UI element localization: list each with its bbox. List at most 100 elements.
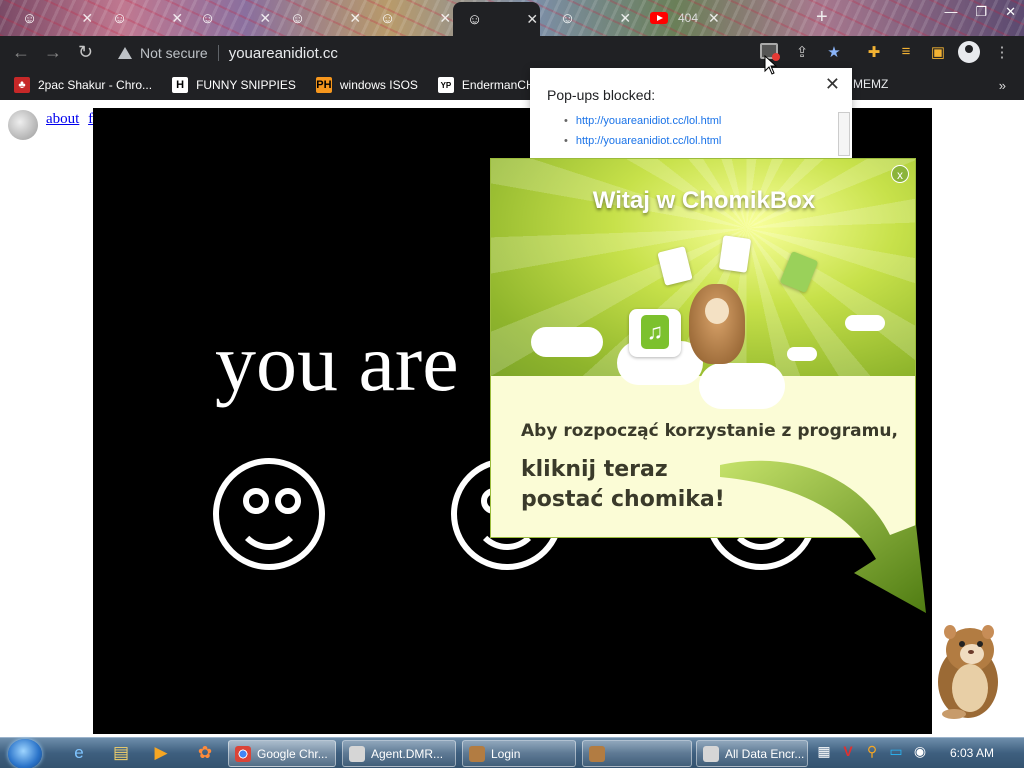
taskbar-item-login[interactable]: Login <box>462 740 576 767</box>
close-icon[interactable]: ✕ <box>259 10 271 27</box>
folder-icon[interactable]: ▤ <box>110 743 132 763</box>
bookmark-item[interactable]: ♣ 2pac Shakur - Chro... <box>14 77 152 93</box>
ad-cta-line-a: kliknij teraz <box>521 457 668 482</box>
bookmark-favicon-icon: PH <box>315 77 332 93</box>
ad-text-line1: Aby rozpocząć korzystanie z programu, <box>521 421 898 441</box>
antivirus-icon[interactable]: V <box>839 743 857 761</box>
close-icon[interactable]: ✕ <box>619 10 631 27</box>
browser-toolbar: ← → ↻ Not secure youareanidiot.cc ⇪ ★ ✚ … <box>0 36 1024 70</box>
main-text: you are <box>215 317 459 408</box>
bookmark-favicon-icon: ♣ <box>14 77 30 93</box>
search-tray-icon[interactable]: ⚲ <box>863 743 881 761</box>
music-file-icon <box>629 309 681 357</box>
tab-4[interactable]: ☺ ✕ <box>276 2 361 34</box>
internet-explorer-icon[interactable]: e <box>68 743 90 763</box>
hamster-icon <box>589 745 605 762</box>
app-icon[interactable]: ✿ <box>194 743 216 763</box>
volume-icon[interactable]: ◉ <box>911 743 929 761</box>
smiley-face-icon <box>213 458 325 570</box>
reload-button[interactable]: ↻ <box>78 42 93 63</box>
taskbar: e ▤ ▶ ✿ Google Chr... Agent.DMR... Login… <box>0 737 1024 768</box>
smiley-icon: ☺ <box>560 9 576 27</box>
tab-active[interactable]: ☺ ✕ <box>453 2 540 36</box>
system-tray: ▦ V ⚲ ▭ ◉ <box>815 743 929 761</box>
blocked-list: http://youareanidiot.cc/lol.html http://… <box>564 115 722 155</box>
picture-file-icon <box>718 235 752 273</box>
window-controls: — ❐ ✕ <box>944 4 1016 20</box>
cloud-icon <box>787 347 817 361</box>
clock[interactable]: 6:03 AM <box>950 746 994 760</box>
restore-button[interactable]: ❐ <box>975 4 987 20</box>
popups-blocked-bubble: Pop-ups blocked: ✕ http://youareanidiot.… <box>530 68 852 158</box>
blocked-popup-link[interactable]: http://youareanidiot.cc/lol.html <box>564 135 722 147</box>
url-text[interactable]: youareanidiot.cc <box>229 45 338 62</box>
bookmark-favicon-icon: YP <box>437 77 454 93</box>
bookmark-label[interactable]: MEMZ <box>853 77 888 91</box>
close-icon[interactable]: ✕ <box>81 10 93 27</box>
smiley-icon: ☺ <box>112 9 128 27</box>
close-icon[interactable]: ✕ <box>349 10 361 27</box>
tab-strip: ☺ ✕ ☺ ✕ ☺ ✕ ☺ ✕ ☺ ✕ ☺ ✕ ☺ ✕ 404 ✕ + — ❐ … <box>0 0 1024 36</box>
address-bar[interactable]: Not secure youareanidiot.cc <box>106 40 738 66</box>
mouse-cursor-icon <box>764 55 778 75</box>
bookmark-label: 2pac Shakur - Chro... <box>38 78 153 92</box>
taskbar-item-label: Login <box>491 746 521 761</box>
ad-close-button[interactable]: x <box>891 165 909 183</box>
profile-avatar[interactable] <box>958 41 980 63</box>
bubble-title: Pop-ups blocked: <box>547 87 656 103</box>
tab-2[interactable]: ☺ ✕ <box>98 2 183 34</box>
smiley-icon: ☺ <box>22 9 38 27</box>
bookmark-star-icon[interactable]: ★ <box>824 43 844 63</box>
start-button[interactable] <box>8 739 42 768</box>
close-window-button[interactable]: ✕ <box>1005 4 1016 20</box>
taskbar-item-chrome[interactable]: Google Chr... <box>228 740 336 767</box>
taskbar-item-encrypt[interactable]: All Data Encr... <box>696 740 808 767</box>
tab-youtube[interactable]: 404 ✕ <box>636 2 726 34</box>
playlist-icon[interactable]: ≡ <box>896 43 916 63</box>
taskbar-item-hamster[interactable] <box>582 740 692 767</box>
warning-icon[interactable] <box>118 47 132 59</box>
chrome-icon <box>235 745 251 762</box>
cloud-icon <box>845 315 885 331</box>
menu-icon[interactable]: ⋮ <box>992 43 1012 63</box>
tab-5[interactable]: ☺ ✕ <box>366 2 451 34</box>
tray-app-icon[interactable]: ▦ <box>815 743 833 761</box>
close-icon[interactable]: ✕ <box>171 10 183 27</box>
window-icon <box>703 745 719 762</box>
media-player-icon[interactable]: ▶ <box>150 743 172 763</box>
taskbar-item-agent[interactable]: Agent.DMR... <box>342 740 456 767</box>
bookmark-item[interactable]: H FUNNY SNIPPIES <box>172 77 296 93</box>
close-icon[interactable]: ✕ <box>825 74 840 95</box>
hamster-mascot-icon[interactable] <box>689 284 745 364</box>
bookmark-favicon-icon: H <box>172 77 189 93</box>
tab-1[interactable]: ☺ ✕ <box>8 2 93 34</box>
ad-text-line2: kliknij teraz postać chomika! <box>521 455 725 515</box>
blocked-popup-link[interactable]: http://youareanidiot.cc/lol.html <box>564 115 722 127</box>
minimize-button[interactable]: — <box>944 4 957 20</box>
extensions-icon[interactable]: ✚ <box>864 43 884 63</box>
tab-title: 404 <box>678 11 699 25</box>
close-icon[interactable]: ✕ <box>439 10 451 27</box>
back-button[interactable]: ← <box>12 42 30 63</box>
security-label[interactable]: Not secure <box>140 45 208 61</box>
about-link[interactable]: about <box>46 111 79 127</box>
bookmarks-overflow-button[interactable]: » <box>999 78 1006 93</box>
network-icon[interactable]: ▭ <box>887 743 905 761</box>
scrollbar[interactable] <box>838 112 850 156</box>
smiley-icon: ☺ <box>200 9 216 27</box>
taskbar-item-label: Google Chr... <box>257 746 328 761</box>
side-panel-icon[interactable]: ▣ <box>928 43 948 63</box>
window-icon <box>349 745 365 762</box>
speaker-icon[interactable] <box>8 110 38 140</box>
close-icon[interactable]: ✕ <box>526 11 538 28</box>
tab-3[interactable]: ☺ ✕ <box>186 2 271 34</box>
close-icon[interactable]: ✕ <box>708 10 720 27</box>
share-icon[interactable]: ⇪ <box>792 43 812 63</box>
tab-7[interactable]: ☺ ✕ <box>546 2 631 34</box>
forward-button[interactable]: → <box>44 42 62 63</box>
taskbar-item-label: Agent.DMR... <box>371 746 444 761</box>
cloud-icon <box>699 363 785 409</box>
bookmark-item[interactable]: PH windows ISOS <box>315 77 418 93</box>
new-tab-button[interactable]: + <box>816 6 828 29</box>
hamster-mascot-icon[interactable] <box>928 616 1008 720</box>
